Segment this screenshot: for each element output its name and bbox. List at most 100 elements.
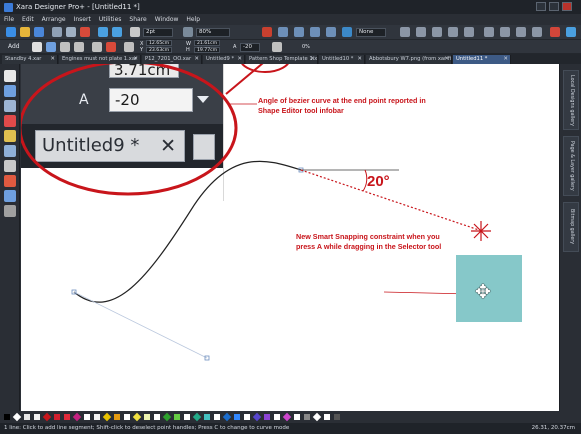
- contour-icon[interactable]: [464, 27, 474, 37]
- menu-item-edit[interactable]: Edit: [22, 16, 34, 23]
- save-icon[interactable]: [34, 27, 44, 37]
- color-swatch[interactable]: [204, 414, 210, 420]
- color-swatch[interactable]: [234, 414, 240, 420]
- update-icon[interactable]: [566, 27, 576, 37]
- export-icon[interactable]: [500, 27, 510, 37]
- document-tab[interactable]: Abbotsbury W7.png (from xar file) ✕: [366, 55, 452, 64]
- tab-close-icon[interactable]: ✕: [503, 55, 508, 64]
- document-tab[interactable]: Untitled9 * ✕: [203, 55, 245, 64]
- line-tool-icon[interactable]: [46, 42, 56, 52]
- color-swatch[interactable]: [84, 414, 90, 420]
- document-tab[interactable]: P12_7201_OO.xar ✕: [142, 55, 202, 64]
- y-position-field[interactable]: 23.63cm: [146, 47, 172, 53]
- smooth-icon[interactable]: [60, 42, 70, 52]
- color-swatch[interactable]: [184, 414, 190, 420]
- color-swatch[interactable]: [214, 414, 220, 420]
- maximize-button[interactable]: [549, 2, 559, 11]
- menu-item-window[interactable]: Window: [155, 16, 179, 23]
- tab-close-icon[interactable]: ✕: [357, 55, 362, 64]
- document-tab[interactable]: Pattern Shop Template 1.xar ✕: [246, 55, 318, 64]
- quality-field[interactable]: None: [356, 28, 386, 37]
- color-swatch[interactable]: [4, 414, 10, 420]
- color-swatch[interactable]: [64, 414, 70, 420]
- guides-icon[interactable]: [326, 27, 336, 37]
- snap-magnet-icon[interactable]: [262, 27, 272, 37]
- transparency-tool-icon[interactable]: [4, 190, 16, 202]
- transparency-icon[interactable]: [416, 27, 426, 37]
- menu-item-file[interactable]: File: [4, 16, 14, 23]
- undo-icon[interactable]: [98, 27, 108, 37]
- pen-tool-icon[interactable]: [4, 130, 16, 142]
- document-tab[interactable]: Engines must not plate 1.xar ✕: [59, 55, 141, 64]
- color-swatch[interactable]: [54, 414, 60, 420]
- bevel-icon[interactable]: [448, 27, 458, 37]
- open-folder-icon[interactable]: [20, 27, 30, 37]
- new-document-icon[interactable]: [6, 27, 16, 37]
- page-layer-gallery-tab[interactable]: Page & Layer gallery: [563, 136, 579, 196]
- color-swatch[interactable]: [94, 414, 100, 420]
- eraser-tool-icon[interactable]: [4, 115, 16, 127]
- tab-close-icon[interactable]: ✕: [50, 55, 55, 64]
- freehand-tool-icon[interactable]: [4, 100, 16, 112]
- width-field[interactable]: 21.61cm: [194, 40, 220, 46]
- document-tab[interactable]: Untitled10 * ✕: [319, 55, 365, 64]
- shape-editor-tool-icon[interactable]: [4, 85, 16, 97]
- color-swatch[interactable]: [192, 412, 202, 422]
- show-grid-icon[interactable]: [310, 27, 320, 37]
- menu-item-utilities[interactable]: Utilities: [99, 16, 122, 23]
- tab-close-icon[interactable]: ✕: [194, 55, 199, 64]
- copy-icon[interactable]: [66, 27, 76, 37]
- color-swatch[interactable]: [114, 414, 120, 420]
- line-style-icon[interactable]: [272, 42, 282, 52]
- color-swatch[interactable]: [252, 412, 262, 422]
- color-swatch[interactable]: [304, 414, 310, 420]
- web-icon[interactable]: [516, 27, 526, 37]
- curve-tool-icon[interactable]: [32, 42, 42, 52]
- color-swatch[interactable]: [102, 412, 112, 422]
- fill-tool-icon[interactable]: [4, 175, 16, 187]
- tab-close-icon[interactable]: ✕: [444, 55, 449, 64]
- rectangle-tool-icon[interactable]: [4, 145, 16, 157]
- options-icon[interactable]: [532, 27, 542, 37]
- color-swatch[interactable]: [132, 412, 142, 422]
- cusp-icon[interactable]: [74, 42, 84, 52]
- color-swatch[interactable]: [34, 414, 40, 420]
- tab-close-icon[interactable]: ✕: [237, 55, 242, 64]
- tab-close-icon[interactable]: ✕: [310, 55, 315, 64]
- print-icon[interactable]: [484, 27, 494, 37]
- color-swatch[interactable]: [174, 414, 180, 420]
- line-width-field[interactable]: 2pt: [143, 28, 173, 37]
- color-swatch[interactable]: [162, 412, 172, 422]
- angle-field[interactable]: -20: [240, 43, 260, 52]
- live-effects-icon[interactable]: [400, 27, 410, 37]
- delete-point-icon[interactable]: [106, 42, 116, 52]
- color-swatch[interactable]: [312, 412, 322, 422]
- close-window-button[interactable]: [562, 2, 572, 11]
- color-swatch[interactable]: [324, 414, 330, 420]
- menu-item-share[interactable]: Share: [129, 16, 146, 23]
- color-swatch[interactable]: [144, 414, 150, 420]
- menu-item-insert[interactable]: Insert: [74, 16, 91, 23]
- zoom-icon[interactable]: [183, 27, 193, 37]
- color-swatch[interactable]: [334, 414, 340, 420]
- snap-to-objects-icon[interactable]: [294, 27, 304, 37]
- color-swatch[interactable]: [12, 412, 22, 422]
- bitmap-gallery-tab[interactable]: Bitmap gallery: [563, 202, 579, 252]
- redo-icon[interactable]: [112, 27, 122, 37]
- drawing-canvas[interactable]: 3.71cm A -20 Untitled9 * ✕ Angle of bezi…: [21, 64, 559, 411]
- color-swatch[interactable]: [294, 414, 300, 420]
- color-swatch[interactable]: [42, 412, 52, 422]
- color-swatch[interactable]: [154, 414, 160, 420]
- reverse-path-icon[interactable]: [124, 42, 134, 52]
- document-tab[interactable]: Untitled11 * ✕: [453, 55, 511, 64]
- local-designs-gallery-tab[interactable]: Local Designs gallery: [563, 70, 579, 130]
- height-field[interactable]: 19.77cm: [194, 47, 220, 53]
- color-swatch[interactable]: [244, 414, 250, 420]
- zoom-field[interactable]: 80%: [196, 28, 230, 37]
- color-swatch[interactable]: [274, 414, 280, 420]
- help-icon[interactable]: [550, 27, 560, 37]
- color-swatch[interactable]: [264, 414, 270, 420]
- x-position-field[interactable]: 12.65cm: [146, 40, 172, 46]
- selector-tool-icon[interactable]: [4, 70, 16, 82]
- color-swatch[interactable]: [282, 412, 292, 422]
